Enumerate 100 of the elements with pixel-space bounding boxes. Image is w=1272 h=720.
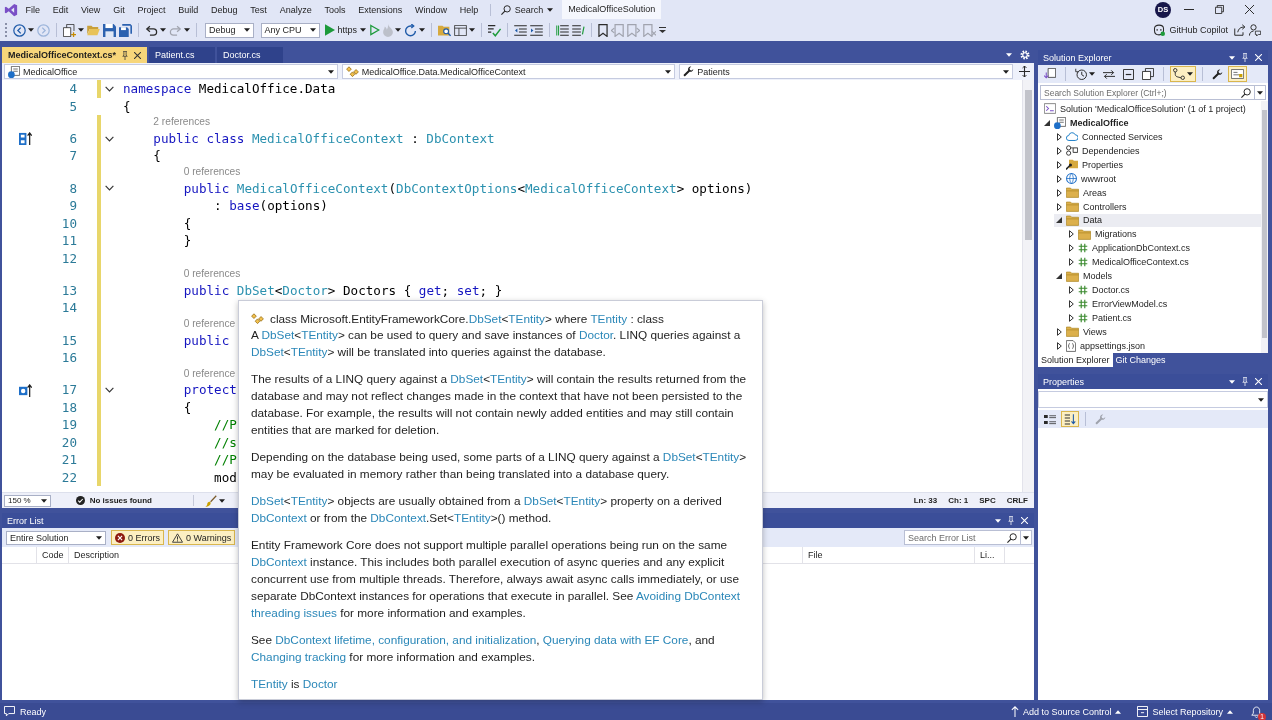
column-header[interactable]: Description <box>74 550 120 560</box>
squares-up-arrow-icon[interactable] <box>18 132 32 146</box>
menu-item[interactable]: File <box>19 0 47 19</box>
select-repository-button[interactable]: Select Repository <box>1137 706 1233 717</box>
status-indicator[interactable]: SPC <box>979 496 996 505</box>
menu-item[interactable]: Test <box>243 0 274 19</box>
collapsed-arrow-icon[interactable] <box>1056 188 1062 197</box>
tree-item[interactable]: wwwroot <box>1054 171 1120 186</box>
type-link[interactable]: DbSet <box>523 494 557 508</box>
status-indicator[interactable]: Ch: 1 <box>948 496 969 505</box>
column-header[interactable]: File <box>808 550 823 560</box>
collapsed-arrow-icon[interactable] <box>1068 286 1074 295</box>
status-indicator[interactable]: CRLF <box>1006 496 1028 505</box>
circle-up-arrow-icon[interactable] <box>18 383 32 397</box>
scrollbar-thumb[interactable] <box>1025 90 1032 240</box>
copilot-button[interactable]: GitHub Copilot <box>1149 21 1232 39</box>
menu-item[interactable]: View <box>74 0 107 19</box>
show-all-files-button[interactable] <box>1139 66 1157 82</box>
type-link[interactable]: DbSet <box>468 311 502 326</box>
tree-item[interactable]: Models <box>1054 269 1116 284</box>
history-button[interactable] <box>1072 66 1098 82</box>
collapsed-arrow-icon[interactable] <box>1068 244 1074 253</box>
zoom-dropdown[interactable]: 150 % <box>4 494 51 507</box>
type-link[interactable]: DbContext <box>251 555 307 569</box>
add-to-source-control-button[interactable]: Add to Source Control <box>1010 706 1122 717</box>
menu-item[interactable]: Extensions <box>351 0 409 19</box>
toolbar-dropdown[interactable]: Any CPU <box>260 22 320 38</box>
collapsed-arrow-icon[interactable] <box>1056 341 1062 350</box>
settings-icon[interactable] <box>1020 50 1030 60</box>
codelens-references[interactable]: 0 reference <box>183 317 236 329</box>
member-dropdown[interactable]: Patients <box>679 64 1013 79</box>
collapsed-arrow-icon[interactable] <box>1068 314 1074 323</box>
search-options-button[interactable] <box>1020 530 1032 545</box>
search-button[interactable] <box>1005 530 1020 545</box>
menu-item[interactable]: Debug <box>204 0 244 19</box>
back-button[interactable] <box>12 21 35 39</box>
collapse-all-button[interactable] <box>1120 66 1137 82</box>
collapsed-arrow-icon[interactable] <box>1056 327 1062 336</box>
tree-item[interactable]: Dependencies <box>1054 143 1144 158</box>
collapsed-arrow-icon[interactable] <box>1068 258 1074 267</box>
cross-arrows-icon[interactable] <box>1019 66 1030 77</box>
search-options-button[interactable] <box>1254 85 1266 100</box>
run-button[interactable]: https <box>323 21 369 39</box>
menu-item[interactable]: Tools <box>318 0 352 19</box>
vertical-scrollbar[interactable] <box>1022 80 1034 492</box>
type-link[interactable]: TEntity <box>508 311 546 326</box>
share-button[interactable] <box>1233 21 1247 39</box>
type-dropdown[interactable]: MedicalOffice.Data.MedicalOfficeContext <box>341 64 676 79</box>
type-link[interactable]: TEntity <box>490 372 527 386</box>
type-link[interactable]: TEntity <box>301 328 338 342</box>
bookmark-button[interactable] <box>597 21 610 39</box>
restart-button[interactable] <box>403 21 427 39</box>
filter-toggle-button[interactable]: 0 Warnings <box>168 530 236 545</box>
type-link[interactable]: DbSet <box>662 450 696 464</box>
expanded-arrow-icon[interactable] <box>1056 273 1062 280</box>
pin-icon[interactable] <box>122 50 129 60</box>
collapsed-arrow-icon[interactable] <box>1056 146 1062 155</box>
menu-item[interactable]: Project <box>131 0 172 19</box>
codelens-references[interactable]: 2 references <box>153 116 210 127</box>
expanded-arrow-icon[interactable] <box>1044 119 1050 126</box>
docs-link[interactable]: threading issues <box>251 606 337 620</box>
type-link[interactable]: TEntity <box>563 494 601 508</box>
filter-toggle-button[interactable]: 0 Errors <box>111 530 164 545</box>
document-tab[interactable]: MedicalOfficeContext.cs* <box>2 47 148 63</box>
collapse-chevron-icon[interactable] <box>104 387 114 394</box>
collapsed-arrow-icon[interactable] <box>1056 160 1062 169</box>
status-indicator[interactable]: Ln: 33 <box>913 496 938 505</box>
run-no-debug-button[interactable] <box>369 21 382 39</box>
tree-item[interactable]: MedicalOffice <box>1042 115 1133 130</box>
document-tab[interactable]: Doctor.cs <box>217 47 284 63</box>
tree-item[interactable]: ErrorViewModel.cs <box>1066 297 1172 312</box>
collapse-chevron-icon[interactable] <box>104 185 114 192</box>
tree-item[interactable]: Controllers <box>1054 199 1131 214</box>
issues-status[interactable]: No issues found <box>89 496 152 505</box>
codelens-references[interactable]: 0 reference <box>183 367 236 379</box>
column-header[interactable]: Code <box>42 550 64 560</box>
tree-item[interactable]: Areas <box>1054 185 1111 200</box>
type-link[interactable]: DbContext <box>370 511 427 525</box>
document-tab[interactable]: Patient.cs <box>149 47 216 63</box>
search-button[interactable] <box>1239 85 1254 100</box>
type-link[interactable]: TEntity <box>290 345 328 359</box>
tree-item[interactable]: Migrations <box>1066 227 1141 242</box>
collapsed-arrow-icon[interactable] <box>1068 230 1074 239</box>
tree-item[interactable]: Patient.cs <box>1066 311 1136 325</box>
menu-item[interactable]: Git <box>106 0 132 19</box>
search-field[interactable]: Search Solution Explorer (Ctrl+;) <box>1040 85 1239 100</box>
collapse-chevron-icon[interactable] <box>104 135 114 142</box>
caret-icon[interactable] <box>1229 55 1235 60</box>
docs-link[interactable]: Avoiding DbContext <box>635 589 740 603</box>
type-link[interactable]: Doctor <box>578 328 614 342</box>
type-link[interactable]: TEntity <box>590 311 628 326</box>
column-header[interactable]: Li... <box>980 550 995 560</box>
search-button[interactable]: Search <box>495 0 559 19</box>
save-all-button[interactable] <box>118 21 133 39</box>
docs-link[interactable]: Changing tracking <box>251 650 347 664</box>
alphabetical-button[interactable] <box>1061 411 1079 427</box>
type-link[interactable]: TEntity <box>702 450 740 464</box>
type-link[interactable]: DbContext <box>251 511 307 525</box>
menu-item[interactable]: Edit <box>46 0 75 19</box>
pending-changes-button[interactable] <box>1170 66 1196 82</box>
